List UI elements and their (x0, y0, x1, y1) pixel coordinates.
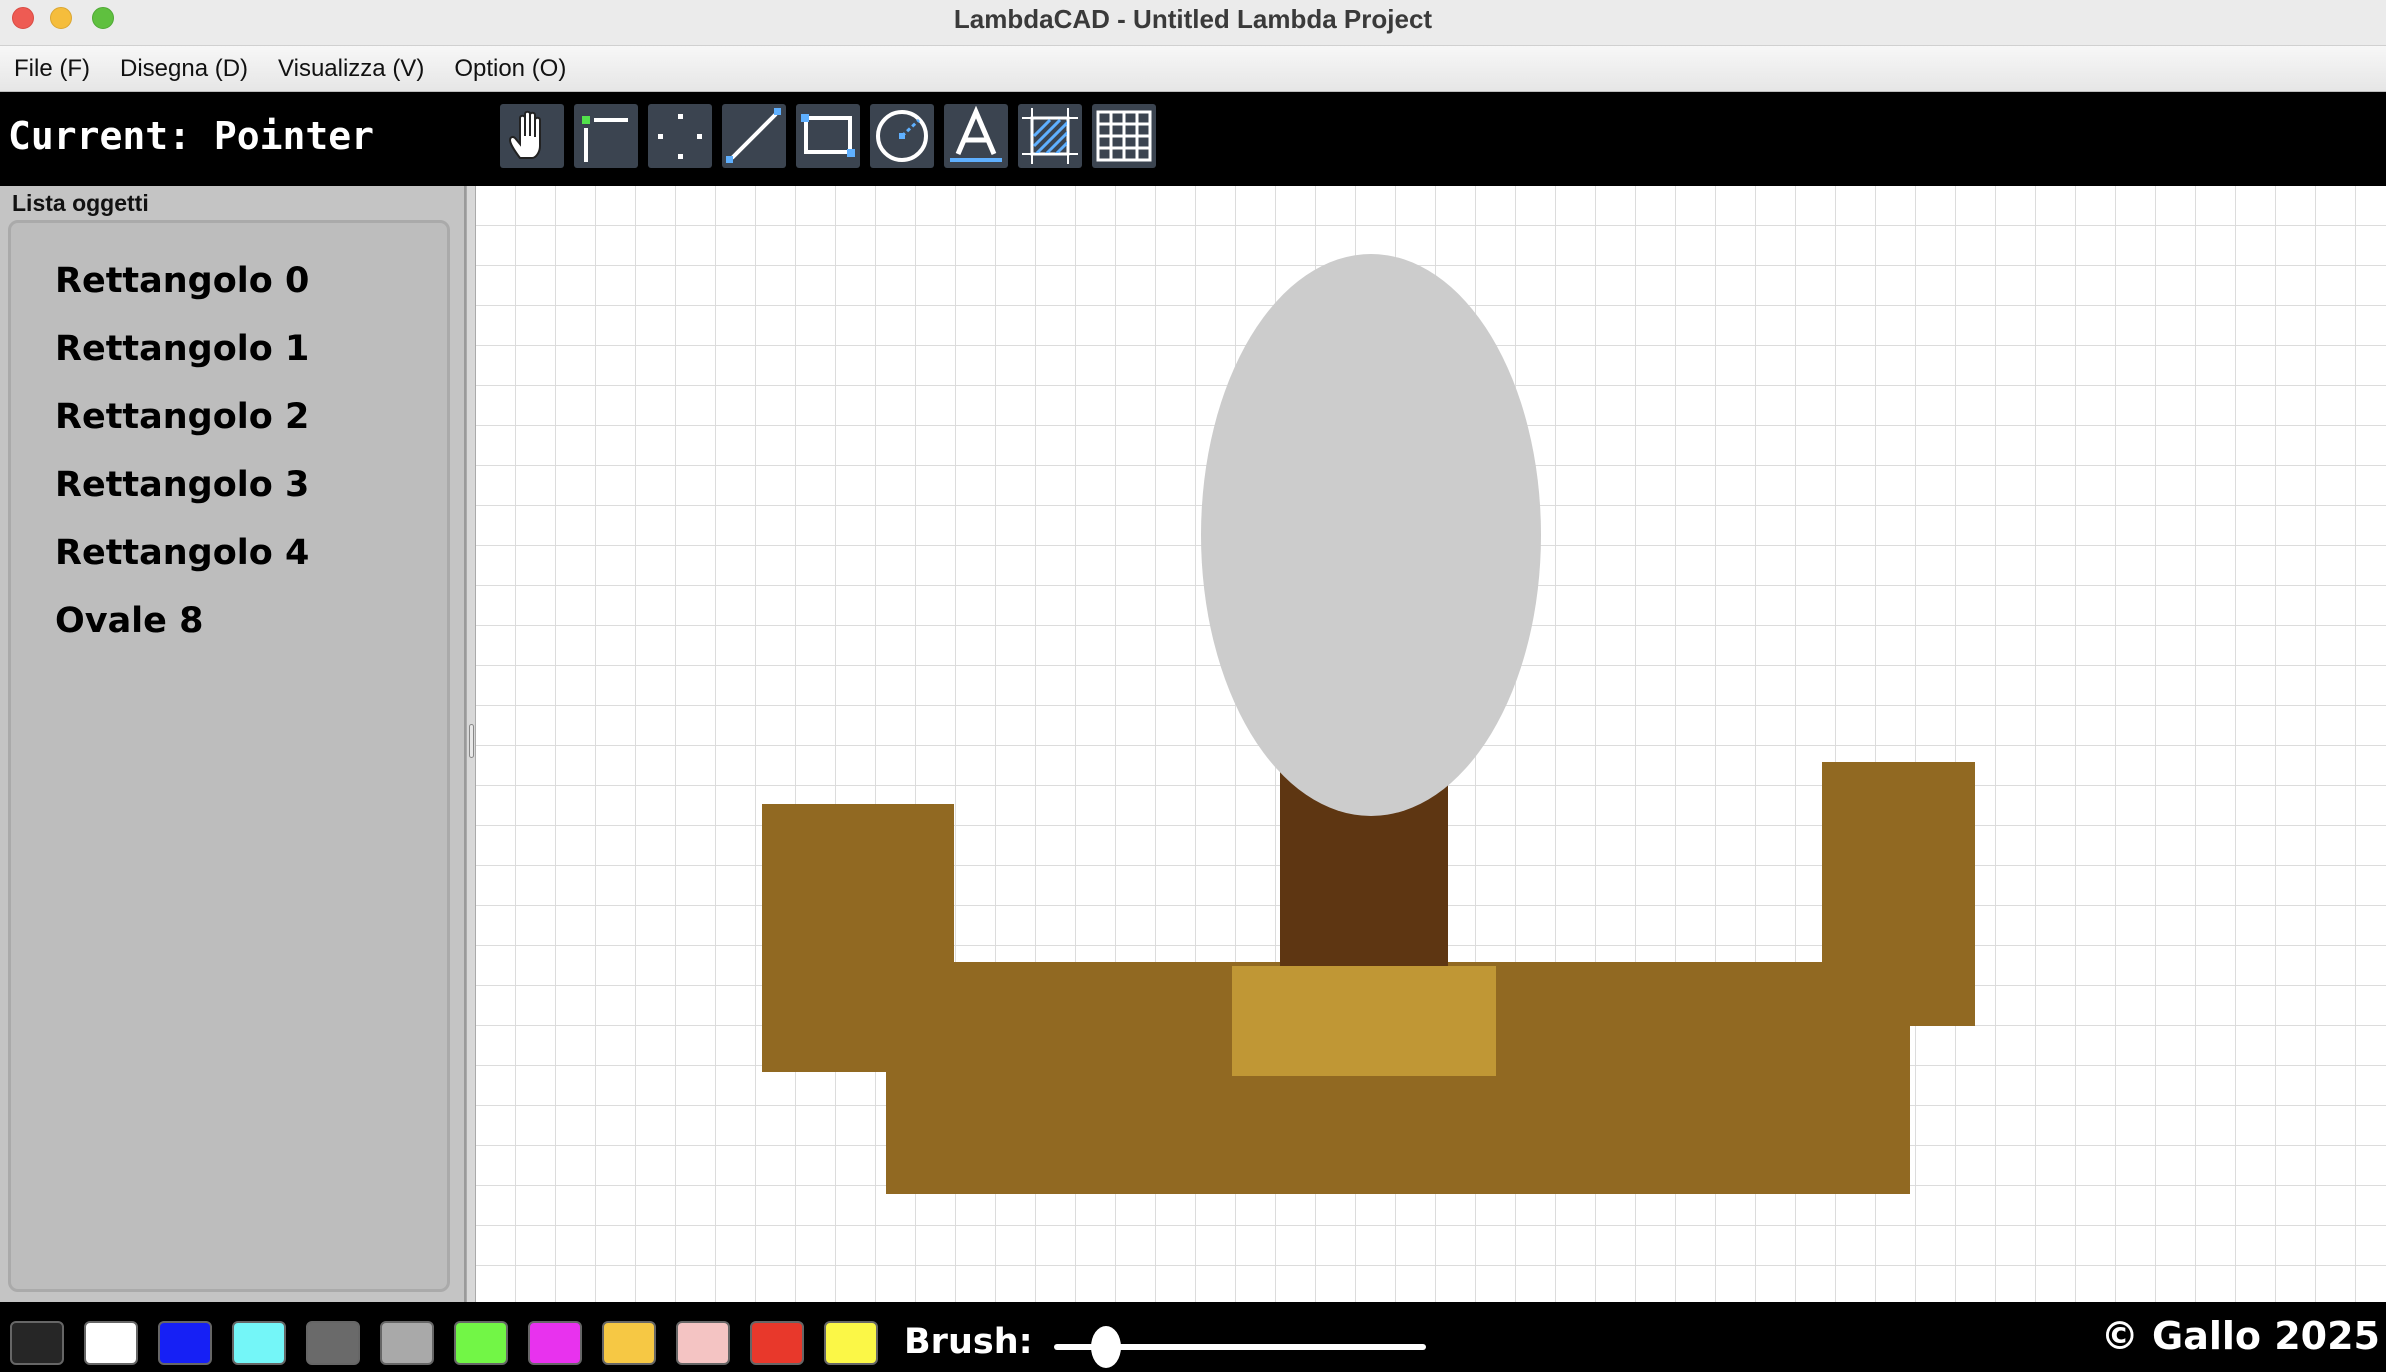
credits-text: © Gallo 2025 (2100, 1314, 2380, 1358)
drawing-shapes (762, 254, 1975, 1194)
swatch-light-gray[interactable] (380, 1321, 434, 1365)
dots-icon (658, 114, 702, 159)
pointer-select-icon (582, 116, 628, 162)
shape-ovale-8[interactable] (1201, 254, 1541, 816)
swatch-yellow[interactable] (824, 1321, 878, 1365)
shape-rettangolo-2[interactable] (1822, 762, 1975, 1026)
object-item-rettangolo-0[interactable]: Rettangolo 0 (55, 247, 447, 315)
swatch-magenta[interactable] (528, 1321, 582, 1365)
swatch-red[interactable] (750, 1321, 804, 1365)
object-item-rettangolo-1[interactable]: Rettangolo 1 (55, 315, 447, 383)
menu-visualizza[interactable]: Visualizza (V) (272, 51, 430, 87)
rectangle-icon (801, 114, 855, 157)
object-list[interactable]: Rettangolo 0 Rettangolo 1 Rettangolo 2 R… (8, 220, 450, 1292)
menu-bar: File (F) Disegna (D) Visualizza (V) Opti… (0, 46, 2386, 92)
point-tool-button[interactable] (648, 104, 712, 168)
menu-disegna[interactable]: Disegna (D) (114, 51, 254, 87)
toolbar: Current: Pointer (0, 92, 2386, 186)
circle-tool-button[interactable] (870, 104, 934, 168)
line-icon (726, 108, 781, 163)
color-palette (10, 1321, 878, 1365)
swatch-blue[interactable] (158, 1321, 212, 1365)
swatch-black[interactable] (10, 1321, 64, 1365)
swatch-cyan[interactable] (232, 1321, 286, 1365)
swatch-green[interactable] (454, 1321, 508, 1365)
shape-left-block[interactable] (762, 804, 954, 1072)
bottom-bar: Brush: © Gallo 2025 (0, 1302, 2386, 1372)
splitter-grip[interactable] (469, 724, 474, 758)
title-bar: LambdaCAD - Untitled Lambda Project (0, 0, 2386, 46)
window-title: LambdaCAD - Untitled Lambda Project (953, 4, 1433, 34)
object-item-rettangolo-3[interactable]: Rettangolo 3 (55, 451, 447, 519)
swatch-white[interactable] (84, 1321, 138, 1365)
hatch-tool-button[interactable] (1018, 104, 1082, 168)
circle-icon (876, 110, 928, 162)
brush-label: Brush: (904, 1322, 1033, 1362)
swatch-dark-gray[interactable] (306, 1321, 360, 1365)
drawing-canvas[interactable] (476, 186, 2386, 1302)
hatch-icon (1022, 108, 1078, 164)
line-tool-button[interactable] (722, 104, 786, 168)
current-tool-label: Current: Pointer (8, 114, 375, 158)
menu-file[interactable]: File (F) (8, 51, 96, 87)
hand-icon (508, 110, 541, 159)
panel-splitter[interactable] (466, 186, 476, 1302)
grid-tool-button[interactable] (1092, 104, 1156, 168)
object-item-rettangolo-4[interactable]: Rettangolo 4 (55, 519, 447, 587)
swatch-pink[interactable] (676, 1321, 730, 1365)
object-list-panel: Lista oggetti Rettangolo 0 Rettangolo 1 … (0, 186, 466, 1302)
grid-icon (1096, 110, 1152, 162)
object-item-rettangolo-2[interactable]: Rettangolo 2 (55, 383, 447, 451)
text-tool-button[interactable] (944, 104, 1008, 168)
object-item-ovale-8[interactable]: Ovale 8 (55, 587, 447, 655)
hand-tool-button[interactable] (500, 104, 564, 168)
tool-buttons (500, 104, 1156, 168)
brush-slider-thumb[interactable] (1091, 1326, 1122, 1368)
object-list-title: Lista oggetti (12, 190, 149, 216)
menu-option[interactable]: Option (O) (448, 51, 572, 87)
swatch-orange[interactable] (602, 1321, 656, 1365)
rectangle-tool-button[interactable] (796, 104, 860, 168)
select-tool-button[interactable] (574, 104, 638, 168)
text-icon (950, 106, 1002, 162)
shape-rettangolo-4[interactable] (1232, 966, 1496, 1076)
